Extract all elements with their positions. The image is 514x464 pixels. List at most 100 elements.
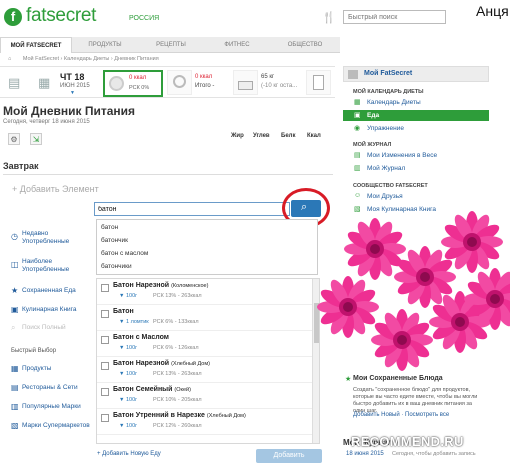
food-summary[interactable]: 0 ккал РСК 0% xyxy=(103,70,163,97)
popular-foods-link[interactable]: Наиболее Употребленные xyxy=(22,258,82,274)
column-fat: Жир xyxy=(231,133,244,139)
result-row[interactable]: Батон Семейный (Окей) ▼ 100г РСК 10% - 2… xyxy=(97,383,313,409)
tab-my-fatsecret[interactable]: МОЙ FATSECRET xyxy=(0,37,72,53)
saved-food-link[interactable]: Сохраненная Еда xyxy=(22,287,76,295)
result-serving[interactable]: ▼ 100г xyxy=(119,345,137,351)
summary-bar: ▤ ▦ ЧТ 18 ИЮН 2015 ▼ 0 ккал РСК 0% 0 кка… xyxy=(0,66,335,98)
result-serving[interactable]: ▼ 100г xyxy=(119,293,137,299)
sidebar-item-weight[interactable]: Мои Изменения в Весе xyxy=(367,152,437,159)
logo-text: fatsecret xyxy=(26,5,97,26)
stats-icon: ◫ xyxy=(11,260,19,269)
sidebar-item-exercise[interactable]: Упражнение xyxy=(367,125,404,132)
result-serving[interactable]: ▼ 100г xyxy=(119,397,137,403)
weight-summary: 65 кг (-10 кг оста... xyxy=(261,73,297,91)
result-rsk: РСК 6% - 133ккал xyxy=(153,319,199,325)
calendar-icon[interactable]: ▦ xyxy=(38,75,50,91)
result-row[interactable]: Батон Нарезной (Коломенское) ▼ 100г РСК … xyxy=(97,279,313,305)
scale-icon[interactable] xyxy=(233,70,258,95)
result-serving[interactable]: ▼ 1 ломтик xyxy=(119,319,149,325)
logo-mark-icon: f xyxy=(4,8,22,26)
sidebar-item-food[interactable]: Еда xyxy=(343,110,489,121)
tab-community[interactable]: ОБЩЕСТВО xyxy=(270,37,340,53)
brand-icon: ▥ xyxy=(11,402,19,411)
result-row[interactable]: Батон с Маслом ▼ 100г РСК 6% - 126ккал xyxy=(97,331,313,357)
result-checkbox[interactable] xyxy=(101,362,109,370)
sidebar-my-fatsecret[interactable]: Мой FatSecret xyxy=(343,66,489,82)
star-icon: ★ xyxy=(345,376,352,383)
settings-icon[interactable]: ⚙ xyxy=(8,133,20,145)
exercise-icon[interactable] xyxy=(167,70,192,95)
copy-icon[interactable]: ⇲ xyxy=(30,133,42,145)
cookbook-link[interactable]: Кулинарная Книга xyxy=(22,306,77,314)
clock-icon: ◷ xyxy=(11,232,18,241)
food-search-input[interactable] xyxy=(94,202,290,216)
result-rsk: РСК 13% - 263ккал xyxy=(153,371,202,377)
saved-meals-text: Создать "сохраненное блюдо" для продукто… xyxy=(353,387,478,414)
result-row[interactable]: Батон Утренний в Нарезке (Хлебный Дом) ▼… xyxy=(97,409,313,435)
quick-supermarkets-link[interactable]: Марки Супермаркетов xyxy=(22,422,90,430)
home-icon xyxy=(348,70,358,79)
home-icon[interactable]: ⌂ xyxy=(8,56,11,62)
sidebar-item-journal[interactable]: Мой Журнал xyxy=(367,165,405,172)
exercise-kcal: 0 ккал xyxy=(195,74,213,80)
tab-fitness[interactable]: ФИТНЕС xyxy=(204,37,270,53)
sidebar-item-friends[interactable]: Мои Друзья xyxy=(367,193,403,200)
sidebar-item-calendar[interactable]: Календарь Диеты xyxy=(367,99,421,106)
suggestion-item[interactable]: батончики xyxy=(101,263,132,270)
search-results: Батон Нарезной (Коломенское) ▼ 100г РСК … xyxy=(96,278,320,444)
result-name: Батон Семейный (Окей) xyxy=(113,386,191,393)
breadcrumb-item[interactable]: Календарь Диеты xyxy=(64,56,109,62)
saved-meals-title: Мои Сохраненные Блюда xyxy=(353,375,443,382)
exercise-label: Итого - xyxy=(195,83,215,89)
column-protein: Белк xyxy=(281,133,296,139)
page-title: Мой Дневник Питания xyxy=(3,104,136,118)
result-name: Батон с Маслом xyxy=(113,334,169,341)
full-search-link[interactable]: Поиск Полный xyxy=(22,324,66,332)
suggestion-item[interactable]: батончик xyxy=(101,237,128,244)
tab-recipes[interactable]: РЕЦЕПТЫ xyxy=(138,37,204,53)
tab-products[interactable]: ПРОДУКТЫ xyxy=(72,37,138,53)
weight-icon: ▤ xyxy=(354,152,361,159)
saved-meals-panel: ★ Мои Сохраненные Блюда Создать "сохране… xyxy=(343,372,489,430)
add-button[interactable]: Добавить xyxy=(256,449,322,463)
plate-icon xyxy=(109,76,124,91)
summary-date-month: ИЮН 2015 xyxy=(60,83,90,89)
grid-icon: ▦ xyxy=(11,364,19,373)
sidebar-heading: СООБЩЕСТВО FATSECRET xyxy=(353,183,428,189)
recent-foods-link[interactable]: Недавно Употребленные xyxy=(22,230,82,246)
result-serving[interactable]: ▼ 100г xyxy=(119,371,137,377)
quick-restaurants-link[interactable]: Рестораны & Сети xyxy=(22,384,78,392)
result-checkbox[interactable] xyxy=(101,284,109,292)
result-checkbox[interactable] xyxy=(101,310,109,318)
quick-search-input[interactable] xyxy=(343,10,446,24)
result-serving[interactable]: ▼ 100г xyxy=(119,423,137,429)
summary-date-day: ЧТ 18 xyxy=(60,72,85,82)
result-name: Батон xyxy=(113,308,134,315)
journal-date[interactable]: 18 июня 2015 xyxy=(346,451,384,457)
saved-meals-links[interactable]: Добавить Новый · Посмотреть все xyxy=(353,412,449,418)
result-checkbox[interactable] xyxy=(101,414,109,422)
result-checkbox[interactable] xyxy=(101,336,109,344)
column-kcal: Ккал xyxy=(307,133,321,139)
result-rsk: РСК 6% - 126ккал xyxy=(153,345,199,351)
chevron-down-icon[interactable]: ▼ xyxy=(70,90,75,96)
star-icon: ★ xyxy=(11,286,19,295)
result-checkbox[interactable] xyxy=(101,388,109,396)
suggestion-item[interactable]: батон xyxy=(101,224,118,231)
add-new-food-link[interactable]: + Добавить Новую Еду xyxy=(97,451,161,457)
result-name: Батон Нарезной (Хлебный Дом) xyxy=(113,360,210,367)
quick-products-link[interactable]: Продукты xyxy=(22,365,51,373)
add-item-label[interactable]: + Добавить Элемент xyxy=(12,184,99,194)
user-name[interactable]: Анця xyxy=(476,3,509,19)
list-icon[interactable]: ▤ xyxy=(8,75,20,91)
food-rsk: РСК 0% xyxy=(129,85,150,91)
weight-value: 65 кг xyxy=(261,74,275,80)
suggestion-item[interactable]: батон с маслом xyxy=(101,250,148,257)
journal-icon[interactable] xyxy=(306,70,331,95)
breadcrumb-item[interactable]: Мой FatSecret xyxy=(23,56,59,62)
result-row[interactable]: Батон ▼ 1 ломтик РСК 6% - 133ккал xyxy=(97,305,313,331)
result-row[interactable]: Батон Нарезной (Хлебный Дом) ▼ 100г РСК … xyxy=(97,357,313,383)
main-nav: МОЙ FATSECRET ПРОДУКТЫ РЕЦЕПТЫ ФИТНЕС ОБ… xyxy=(0,37,340,53)
quick-brands-link[interactable]: Популярные Марки xyxy=(22,403,81,411)
utensils-icon[interactable]: 🍴 xyxy=(322,11,336,24)
